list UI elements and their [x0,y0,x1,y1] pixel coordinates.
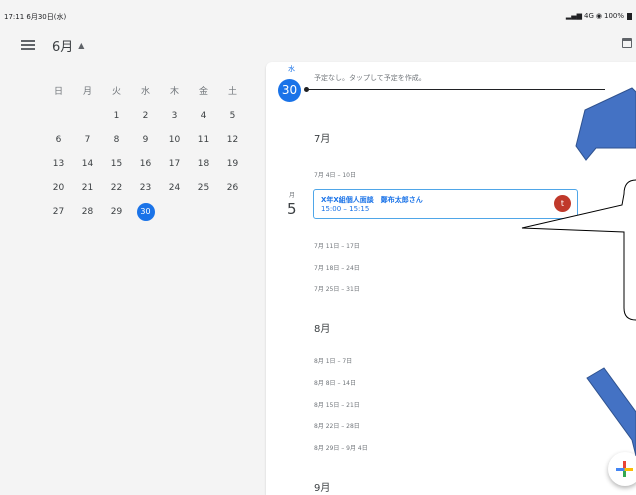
calendar-day[interactable]: 12 [218,128,247,152]
calendar-empty-cell [73,104,102,128]
calendar-day[interactable]: 27 [44,200,73,224]
status-time: 17:11 6月30日(水) [4,13,67,21]
calendar-day[interactable]: 11 [189,128,218,152]
calendar-day[interactable]: 20 [44,176,73,200]
week-range: 7月 11日 – 17日 [314,243,360,250]
week-row: 27 28 29 30 [44,200,247,224]
month-header-september: 9月 [314,483,331,494]
calendar-day[interactable]: 7 [73,128,102,152]
calendar-day[interactable]: 26 [218,176,247,200]
week-row: 13 14 15 16 17 18 19 [44,152,247,176]
caret-up-icon: ▲ [78,41,85,50]
today-date-badge[interactable]: 30 [278,79,301,102]
calendar-day[interactable]: 18 [189,152,218,176]
battery-icon [627,12,632,20]
weekday-label: 水 [140,87,150,97]
week-range: 7月 18日 – 24日 [314,265,360,272]
calendar-empty-cell [44,104,73,128]
calendar-day[interactable]: 28 [73,200,102,224]
calendar-empty-cell [189,200,218,224]
calendar-day[interactable]: 25 [189,176,218,200]
calendar-day[interactable]: 9 [131,128,160,152]
now-indicator-line [307,89,605,90]
schedule-panel [266,62,636,495]
week-range: 8月 29日 – 9月 4日 [314,445,368,452]
week-range: 8月 22日 – 28日 [314,423,360,430]
calendar-day[interactable]: 14 [73,152,102,176]
menu-icon[interactable] [21,40,35,50]
calendar-day[interactable]: 15 [102,152,131,176]
event-title: X年X組個人面談 鄭布太郎さん [321,196,423,204]
network-label: 4G [583,12,594,20]
status-bar: 17:11 6月30日(水) ▂▄▆ 4G ◉ 100% [0,0,636,21]
calendar-day[interactable]: 13 [44,152,73,176]
calendar-day[interactable]: 4 [189,104,218,128]
week-row: 20 21 22 23 24 25 26 [44,176,247,200]
month-header-august: 8月 [314,324,331,335]
event-day-number[interactable]: 5 [287,200,297,218]
calendar-day[interactable]: 23 [131,176,160,200]
event-time: 15:00 – 15:15 [321,205,370,213]
week-row: 6 7 8 9 10 11 12 [44,128,247,152]
calendar-day[interactable]: 10 [160,128,189,152]
status-indicators: ▂▄▆ 4G ◉ 100% [566,12,632,20]
calendar-day[interactable]: 1 [102,104,131,128]
month-selector[interactable]: 6月 ▲ [52,36,84,55]
battery-label: 100% [603,12,624,20]
weekday-label: 金 [198,87,208,97]
weekday-label: 火 [111,87,121,97]
wifi-icon: ◉ [595,12,602,20]
create-event-button[interactable] [608,452,636,486]
week-range: 8月 8日 – 14日 [314,380,356,387]
calendar-empty-cell [160,200,189,224]
weekday-label: 土 [227,87,237,97]
weekday-label: 月 [82,87,92,97]
calendar-day[interactable]: 17 [160,152,189,176]
weekday-label: 日 [53,87,63,97]
calendar-day[interactable]: 19 [218,152,247,176]
event-card[interactable]: X年X組個人面談 鄭布太郎さん 15:00 – 15:15 t [313,189,578,219]
calendar-today-icon[interactable] [622,38,632,48]
event-avatar: t [554,195,571,212]
calendar-day[interactable]: 3 [160,104,189,128]
calendar-day[interactable]: 24 [160,176,189,200]
calendar-day[interactable]: 2 [131,104,160,128]
mini-calendar: 日月火水木金土 1 2 3 4 5 6 7 8 9 10 11 12 13 14 15 16 17 18 19 20 21… [44,80,247,224]
selected-day-badge: 30 [136,203,155,221]
calendar-day[interactable]: 29 [102,200,131,224]
week-range: 7月 4日 – 10日 [314,172,356,179]
signal-icon: ▂▄▆ [565,12,582,20]
week-row: 12345 [44,104,247,128]
calendar-day[interactable]: 30 [131,200,160,224]
calendar-day[interactable]: 8 [102,128,131,152]
calendar-day[interactable]: 6 [44,128,73,152]
weekday-header-row: 日月火水木金土 [44,80,247,104]
calendar-day[interactable]: 22 [102,176,131,200]
month-title: 6月 [52,40,74,55]
weekday-label: 木 [169,87,179,97]
calendar-day[interactable]: 5 [218,104,247,128]
now-indicator-dot [304,87,309,92]
no-events-prompt[interactable]: 予定なし。タップして予定を作成。 [314,73,426,83]
event-weekday: 月 [289,192,296,199]
plus-icon-bar [616,468,633,471]
today-weekday: 水 [288,65,295,73]
calendar-day[interactable]: 16 [131,152,160,176]
week-range: 8月 15日 – 21日 [314,402,360,409]
calendar-day[interactable]: 21 [73,176,102,200]
calendar-empty-cell [218,200,247,224]
month-header-july: 7月 [314,134,331,145]
week-range: 8月 1日 – 7日 [314,358,353,365]
week-range: 7月 25日 – 31日 [314,286,360,293]
